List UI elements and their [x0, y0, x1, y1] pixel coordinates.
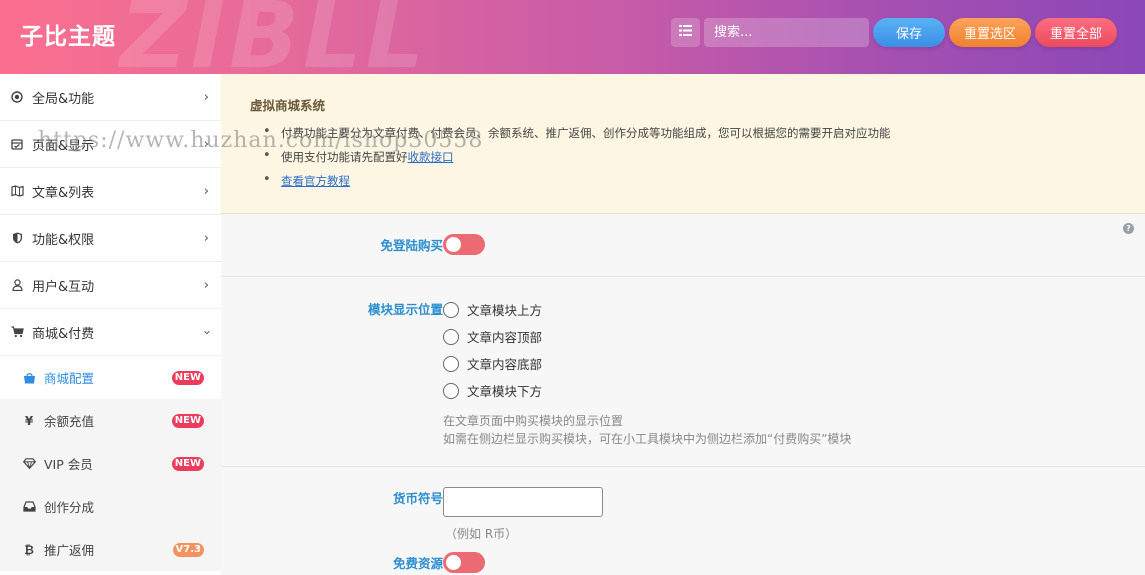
new-badge: NEW [171, 457, 204, 471]
chevron-right-icon: › [203, 278, 209, 293]
sidebar-subitem-referral[interactable]: ₿ 推广返佣 V7.3 [0, 528, 221, 571]
shield-icon [10, 231, 24, 245]
notice-title: 虚拟商城系统 [250, 98, 326, 113]
chevron-right-icon: › [203, 90, 209, 105]
setting-row-login-free: 免登陆购买 ? [221, 214, 1145, 277]
radio-option[interactable]: 文章模块下方 [443, 381, 542, 400]
radio-label: 文章模块上方 [467, 303, 543, 318]
diamond-icon [22, 457, 36, 471]
setting-hint: （例如 R币） [445, 527, 518, 541]
save-button[interactable]: 保存 [873, 18, 945, 47]
new-badge: NEW [171, 414, 204, 428]
sidebar-submenu: 商城配置 NEW ¥ 余额充值 NEW VIP 会员 NEW 创作分成 ₿ 推广… [0, 356, 221, 571]
cart-icon [10, 325, 24, 339]
calendar-icon [10, 137, 24, 151]
setting-row-module-position: 模块显示位置 文章模块上方 文章内容顶部 文章内容底部 文章模块下方 在文章页面… [221, 277, 1145, 467]
sidebar-subitem-vip[interactable]: VIP 会员 NEW [0, 442, 221, 485]
setting-label: 免费资源 [392, 556, 443, 571]
sidebar-item-label: 文章&列表 [32, 185, 95, 201]
sidebar-subitem-balance[interactable]: ¥ 余额充值 NEW [0, 399, 221, 442]
version-badge: V7.3 [172, 543, 204, 557]
help-icon[interactable]: ? [1123, 223, 1134, 234]
chevron-right-icon: › [203, 231, 209, 246]
user-icon [10, 278, 24, 292]
shopping-bag-icon [22, 371, 36, 385]
setting-row-currency: 货币符号 （例如 R币） 免费资源 [221, 467, 1145, 575]
url-watermark: https://www.huzhan.com/ishop30558 [38, 128, 484, 153]
chevron-down-icon: › [198, 329, 214, 336]
yen-icon: ¥ [24, 413, 34, 428]
app-logo: 子比主题 [20, 24, 116, 50]
radio-label: 文章模块下方 [467, 384, 543, 399]
radio-option[interactable]: 文章内容底部 [443, 354, 542, 373]
setting-label: 免登陆购买 [380, 238, 443, 253]
chevron-right-icon: › [203, 184, 209, 199]
reset-all-button[interactable]: 重置全部 [1035, 18, 1117, 47]
menu-list-button[interactable] [671, 18, 700, 47]
radio-circle[interactable] [443, 301, 459, 318]
notice-item: 查看官方教程 [263, 172, 891, 189]
radio-circle[interactable] [443, 355, 459, 372]
sidebar-item-global[interactable]: 全局&功能 › [0, 74, 221, 121]
radio-option[interactable]: 文章模块上方 [443, 300, 542, 319]
map-icon [10, 184, 24, 198]
reset-section-button[interactable]: 重置选区 [949, 18, 1031, 47]
list-icon [679, 25, 692, 40]
sidebar-item-label: 用户&互动 [32, 279, 95, 295]
bitcoin-icon: ₿ [24, 542, 34, 557]
header-watermark: ZIBLL [120, 0, 429, 74]
sidebar-item-shop[interactable]: 商城&付费 › [0, 309, 221, 356]
radio-option[interactable]: 文章内容顶部 [443, 327, 542, 346]
sidebar-subitem-creator-share[interactable]: 创作分成 [0, 485, 221, 528]
radio-label: 文章内容顶部 [467, 330, 543, 345]
search-input[interactable] [704, 18, 869, 47]
new-badge: NEW [171, 371, 204, 385]
radio-circle[interactable] [443, 382, 459, 399]
inbox-icon [22, 500, 36, 514]
sidebar-item-articles[interactable]: 文章&列表 › [0, 168, 221, 215]
sidebar-subitem-label: 余额充值 [44, 414, 95, 429]
setting-description: 在文章页面中购买模块的显示位置 [443, 414, 624, 428]
setting-label: 货币符号 [392, 491, 443, 506]
sidebar-item-label: 商城&付费 [32, 326, 95, 342]
sidebar-subitem-label: 创作分成 [44, 500, 95, 515]
sidebar-subitem-label: VIP 会员 [44, 457, 93, 472]
sidebar-item-label: 功能&权限 [32, 232, 95, 248]
target-icon [10, 90, 24, 104]
app-header: ZIBLL 子比主题 保存 重置选区 重置全部 [0, 0, 1145, 74]
sidebar-subitem-label: 商城配置 [44, 371, 95, 386]
currency-symbol-input[interactable] [443, 487, 603, 517]
sidebar-subitem-label: 推广返佣 [44, 543, 95, 558]
radio-circle[interactable] [443, 328, 459, 345]
setting-description: 如需在侧边栏显示购买模块，可在小工具模块中为侧边栏添加“付费购买”模块 [443, 432, 852, 446]
radio-label: 文章内容底部 [467, 357, 543, 372]
sidebar-subitem-shop-config[interactable]: 商城配置 NEW [0, 356, 221, 399]
official-tutorial-link[interactable]: 查看官方教程 [281, 174, 350, 188]
sidebar-item-permissions[interactable]: 功能&权限 › [0, 215, 221, 262]
setting-label: 模块显示位置 [367, 302, 443, 317]
sidebar-item-users[interactable]: 用户&互动 › [0, 262, 221, 309]
free-resources-toggle[interactable] [443, 552, 485, 573]
sidebar-item-label: 全局&功能 [32, 91, 95, 107]
login-free-toggle[interactable] [443, 234, 485, 255]
